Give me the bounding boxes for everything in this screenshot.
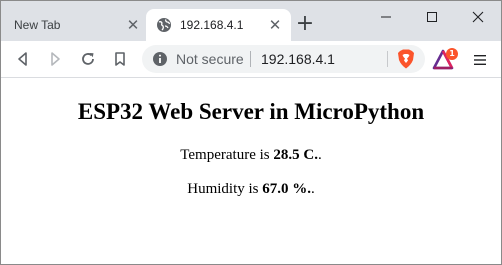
page-content: ESP32 Web Server in MicroPython Temperat… (1, 79, 501, 264)
address-bar[interactable]: Not secure 192.168.4.1 (142, 45, 425, 73)
globe-icon (156, 17, 172, 33)
humidity-value: 67.0 %. (262, 181, 311, 197)
omnibox-end-separator (387, 51, 388, 67)
temperature-suffix: . (317, 147, 322, 163)
minimize-icon[interactable] (363, 1, 409, 33)
tab-close-icon[interactable]: ✕ (267, 17, 283, 33)
tab-strip: New Tab ✕ 192.168.4.1 ✕ + (1, 1, 501, 41)
page-title: ESP32 Web Server in MicroPython (77, 99, 425, 124)
security-status-label[interactable]: Not secure (176, 51, 244, 67)
bookmark-icon[interactable] (108, 47, 132, 71)
humidity-prefix: Humidity is (187, 181, 263, 197)
toolbar: Not secure 192.168.4.1 1 (1, 41, 501, 78)
reload-icon[interactable] (76, 47, 100, 71)
temperature-prefix: Temperature is (180, 147, 274, 163)
info-icon[interactable] (152, 51, 168, 67)
hamburger-menu-icon[interactable] (471, 51, 489, 69)
tab-title: 192.168.4.1 (180, 18, 244, 32)
new-tab-plus-icon[interactable]: + (293, 13, 317, 37)
back-arrow-icon[interactable] (11, 47, 35, 71)
url-text[interactable]: 192.168.4.1 (261, 51, 335, 67)
rewards-badge: 1 (446, 48, 458, 60)
forward-arrow-icon[interactable] (43, 47, 67, 71)
tab-title: New Tab (14, 18, 61, 32)
tab-active[interactable]: 192.168.4.1 ✕ (146, 9, 291, 41)
close-icon[interactable] (455, 1, 501, 33)
omnibox-separator (250, 51, 251, 67)
humidity-suffix: . (311, 181, 315, 197)
temperature-reading: Temperature is 28.5 C.. (1, 147, 501, 164)
temperature-value: 28.5 C. (273, 147, 318, 163)
humidity-reading: Humidity is 67.0 %.. (1, 181, 501, 198)
brave-shield-icon[interactable] (395, 48, 417, 70)
tab-new-tab[interactable]: New Tab ✕ (1, 9, 149, 41)
maximize-icon[interactable] (409, 1, 455, 33)
browser-window: New Tab ✕ 192.168.4.1 ✕ + Not secure 192… (0, 0, 502, 265)
tab-close-icon[interactable]: ✕ (125, 17, 141, 33)
